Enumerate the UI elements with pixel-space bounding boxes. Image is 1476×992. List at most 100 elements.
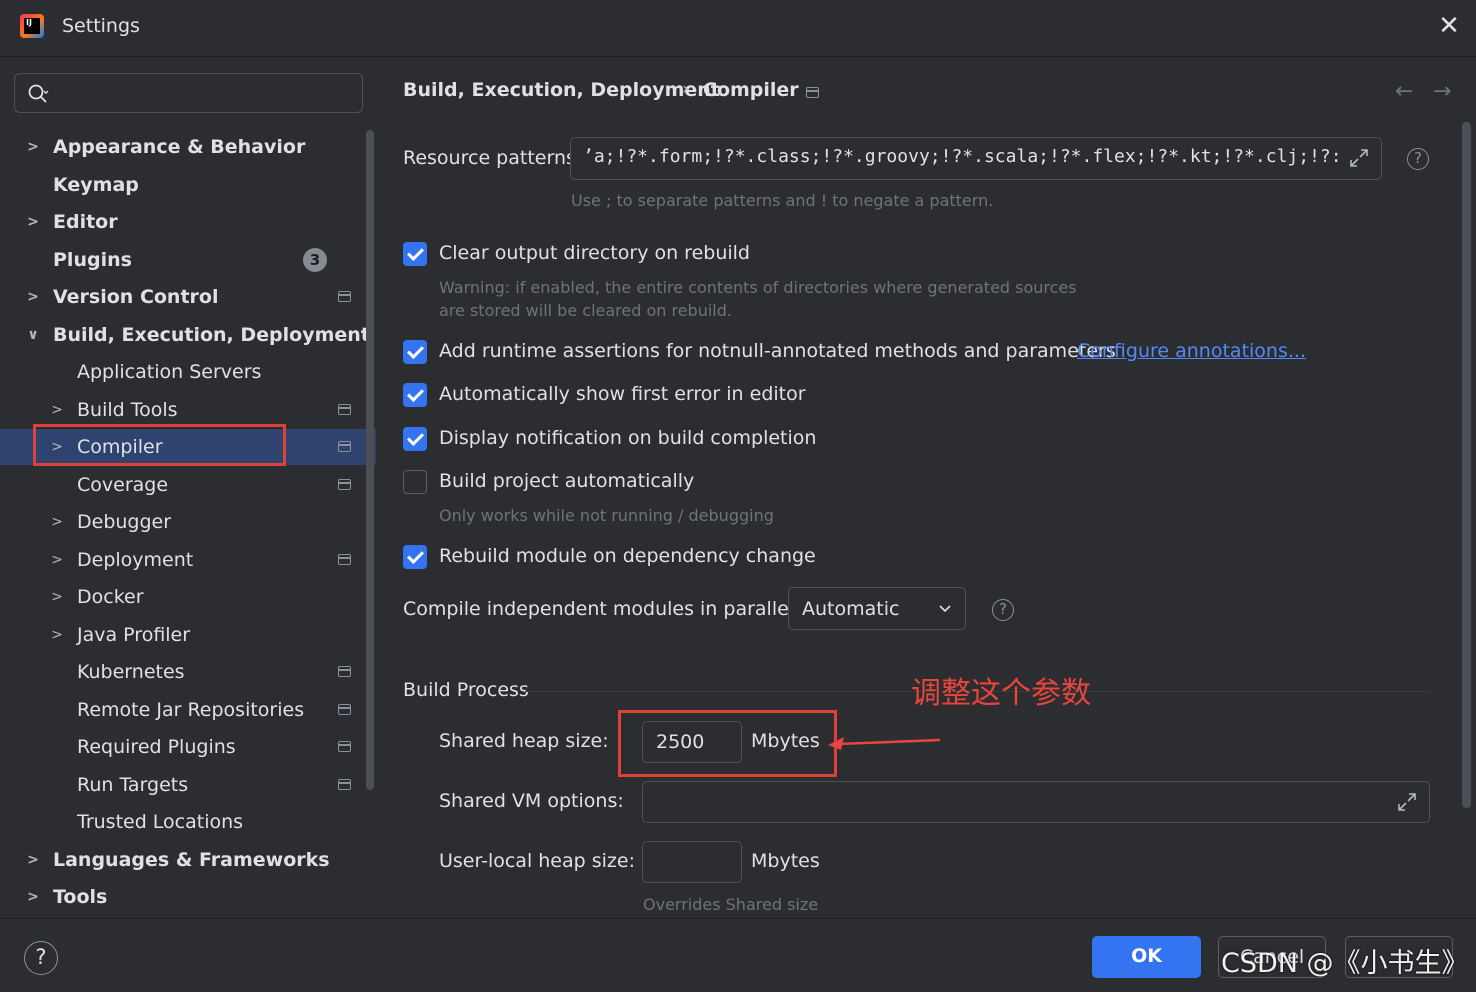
sidebar-item-docker[interactable]: > Docker bbox=[0, 579, 376, 615]
user-heap-input[interactable] bbox=[642, 841, 742, 883]
sidebar-item-debugger[interactable]: > Debugger bbox=[0, 504, 376, 540]
display-notification-label: Display notification on build completion bbox=[439, 427, 817, 449]
sidebar-item-tools[interactable]: > Tools bbox=[0, 879, 376, 915]
sidebar-item-coverage[interactable]: Coverage bbox=[0, 467, 376, 503]
intellij-app-icon: IJ bbox=[20, 14, 44, 38]
sidebar-item-remote-jar-repositories[interactable]: Remote Jar Repositories bbox=[0, 692, 376, 728]
sidebar-item-label: Tools bbox=[53, 886, 108, 908]
breadcrumb-current: Compiler bbox=[703, 79, 799, 101]
ok-button[interactable]: OK bbox=[1092, 936, 1201, 978]
parallel-compile-help-icon[interactable]: ? bbox=[992, 599, 1014, 621]
parallel-compile-value: Automatic bbox=[802, 598, 900, 620]
content-scrollbar[interactable] bbox=[1462, 122, 1471, 808]
sidebar-item-deployment[interactable]: > Deployment bbox=[0, 542, 376, 578]
sidebar-item-label: Build Tools bbox=[77, 399, 178, 421]
sidebar-item-java-profiler[interactable]: > Java Profiler bbox=[0, 617, 376, 653]
chevron-right-icon[interactable]: > bbox=[50, 617, 64, 653]
sidebar-item-kubernetes[interactable]: Kubernetes bbox=[0, 654, 376, 690]
sidebar-item-label: Application Servers bbox=[77, 361, 262, 383]
clear-output-checkbox[interactable] bbox=[403, 242, 427, 266]
clear-output-warning: are stored will be cleared on rebuild. bbox=[439, 301, 732, 320]
sidebar-item-label: Editor bbox=[53, 211, 118, 233]
annotation-text: 调整这个参数 bbox=[911, 676, 1091, 711]
chevron-down-icon[interactable]: ∨ bbox=[26, 317, 40, 353]
search-input[interactable] bbox=[14, 73, 363, 113]
sidebar-item-trusted-locations[interactable]: Trusted Locations bbox=[0, 804, 376, 840]
sidebar-item-version-control[interactable]: > Version Control bbox=[0, 279, 376, 315]
sidebar-item-build-execution-deployment[interactable]: ∨ Build, Execution, Deployment bbox=[0, 317, 376, 353]
chevron-right-icon[interactable]: > bbox=[50, 542, 64, 578]
show-first-error-label: Automatically show first error in editor bbox=[439, 383, 806, 405]
shared-vm-input[interactable] bbox=[642, 781, 1430, 823]
rebuild-module-checkbox[interactable] bbox=[403, 545, 427, 569]
clear-output-warning: Warning: if enabled, the entire contents… bbox=[439, 278, 1077, 297]
display-notification-checkbox[interactable] bbox=[403, 427, 427, 451]
breadcrumb-separator: › bbox=[682, 79, 689, 99]
annotation-arrow-icon bbox=[828, 737, 941, 750]
sidebar-item-application-servers[interactable]: Application Servers bbox=[0, 354, 376, 390]
app-icon-glyph: IJ bbox=[24, 18, 40, 34]
show-first-error-checkbox[interactable] bbox=[403, 383, 427, 407]
sidebar-item-label: Plugins bbox=[53, 249, 132, 271]
rebuild-module-label: Rebuild module on dependency change bbox=[439, 545, 816, 567]
expand-icon[interactable] bbox=[1349, 148, 1369, 168]
chevron-right-icon[interactable]: > bbox=[26, 279, 40, 315]
sidebar-item-label: Keymap bbox=[53, 174, 139, 196]
chevron-right-icon[interactable]: > bbox=[26, 842, 40, 878]
sidebar-item-label: Trusted Locations bbox=[77, 811, 244, 833]
sidebar-item-label: Java Profiler bbox=[77, 624, 191, 646]
sidebar-item-label: Deployment bbox=[77, 549, 194, 571]
project-level-icon bbox=[338, 779, 351, 790]
user-heap-label: User-local heap size: bbox=[439, 850, 635, 872]
expand-icon[interactable] bbox=[1397, 792, 1417, 812]
project-level-icon bbox=[806, 87, 819, 98]
chevron-right-icon[interactable]: > bbox=[26, 879, 40, 915]
chevron-right-icon[interactable]: > bbox=[50, 579, 64, 615]
sidebar-item-languages-frameworks[interactable]: > Languages & Frameworks bbox=[0, 842, 376, 878]
project-level-icon bbox=[338, 704, 351, 715]
resource-patterns-field[interactable]: ʼa;!?*.form;!?*.class;!?*.groovy;!?*.sca… bbox=[570, 137, 1382, 180]
project-level-icon bbox=[338, 441, 351, 452]
user-heap-unit: Mbytes bbox=[751, 850, 820, 872]
sidebar-item-label: Languages & Frameworks bbox=[53, 849, 330, 871]
clear-output-label: Clear output directory on rebuild bbox=[439, 242, 750, 264]
runtime-assertions-checkbox[interactable] bbox=[403, 340, 427, 364]
chevron-right-icon[interactable]: > bbox=[26, 204, 40, 240]
sidebar-item-keymap[interactable]: Keymap bbox=[0, 167, 376, 203]
chevron-down-icon bbox=[939, 605, 951, 613]
chevron-right-icon[interactable]: > bbox=[26, 129, 40, 165]
sidebar-item-build-tools[interactable]: > Build Tools bbox=[0, 392, 376, 428]
build-automatically-checkbox[interactable] bbox=[403, 470, 427, 494]
window-title: Settings bbox=[62, 15, 140, 37]
close-icon[interactable]: ✕ bbox=[1436, 12, 1462, 40]
build-automatically-hint: Only works while not running / debugging bbox=[439, 506, 774, 525]
resource-patterns-hint: Use ; to separate patterns and ! to nega… bbox=[571, 191, 994, 210]
configure-annotations-link[interactable]: Configure annotations... bbox=[1077, 340, 1306, 362]
sidebar-item-appearance[interactable]: > Appearance & Behavior bbox=[0, 129, 376, 165]
runtime-assertions-label: Add runtime assertions for notnull-annot… bbox=[439, 340, 1116, 362]
plugins-update-badge: 3 bbox=[303, 248, 327, 272]
forward-arrow-icon[interactable]: → bbox=[1433, 79, 1451, 104]
shared-heap-highlight-box bbox=[618, 710, 837, 777]
sidebar-item-label: Build, Execution, Deployment bbox=[53, 324, 370, 346]
build-process-section-title: Build Process bbox=[403, 679, 529, 701]
chevron-right-icon[interactable]: > bbox=[50, 392, 64, 428]
sidebar-item-required-plugins[interactable]: Required Plugins bbox=[0, 729, 376, 765]
sidebar-item-label: Required Plugins bbox=[77, 736, 236, 758]
compiler-settings-panel: Build, Execution, Deployment › Compiler … bbox=[380, 57, 1476, 918]
sidebar-item-label: Docker bbox=[77, 586, 144, 608]
chevron-right-icon[interactable]: > bbox=[50, 504, 64, 540]
resource-patterns-help-icon[interactable]: ? bbox=[1407, 148, 1429, 170]
parallel-compile-select[interactable]: Automatic bbox=[788, 587, 966, 630]
sidebar-item-label: Run Targets bbox=[77, 774, 189, 796]
sidebar-item-run-targets[interactable]: Run Targets bbox=[0, 767, 376, 803]
project-level-icon bbox=[338, 666, 351, 677]
back-arrow-icon[interactable]: ← bbox=[1395, 79, 1413, 104]
sidebar-item-label: Debugger bbox=[77, 511, 172, 533]
breadcrumb-parent[interactable]: Build, Execution, Deployment bbox=[403, 79, 720, 101]
sidebar-scrollbar[interactable] bbox=[366, 130, 374, 790]
project-level-icon bbox=[338, 404, 351, 415]
help-icon[interactable]: ? bbox=[24, 941, 58, 975]
sidebar-item-editor[interactable]: > Editor bbox=[0, 204, 376, 240]
sidebar-item-plugins[interactable]: Plugins 3 bbox=[0, 242, 376, 278]
